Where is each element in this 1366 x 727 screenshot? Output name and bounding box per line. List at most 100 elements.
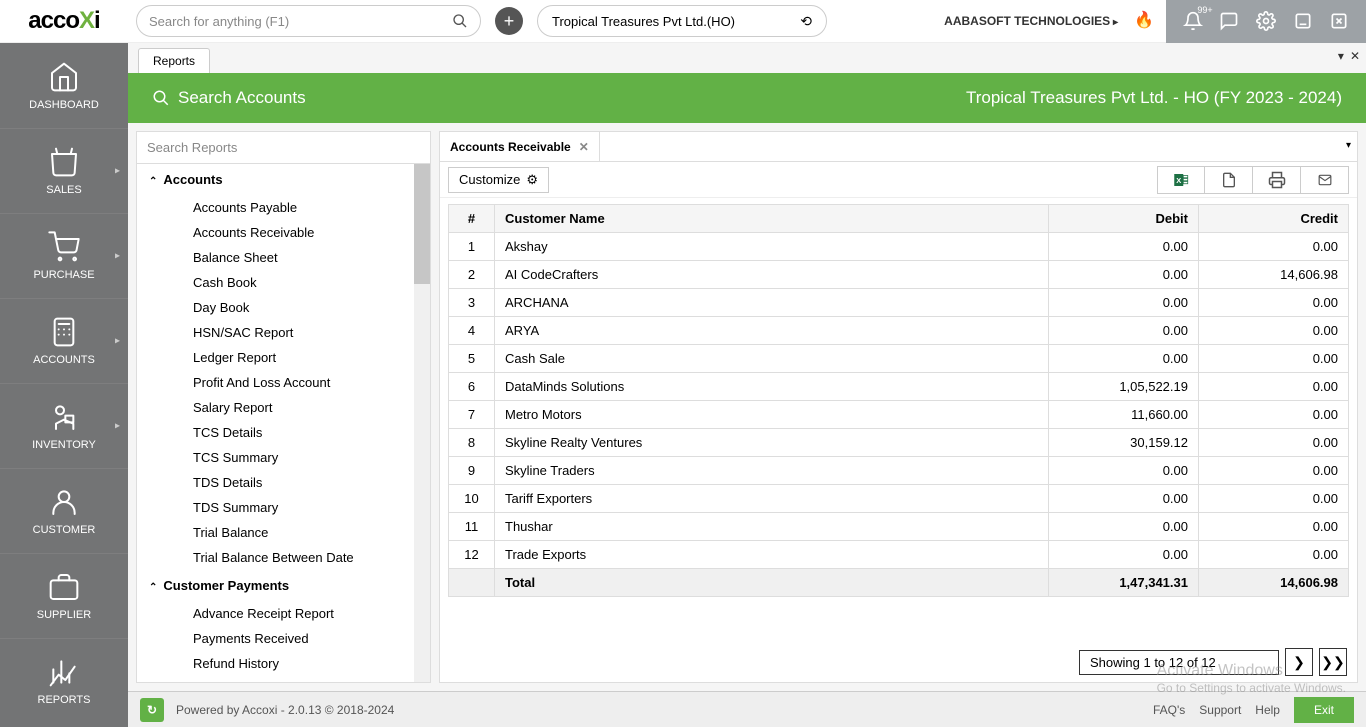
chevron-right-icon: ▸ [115, 251, 120, 262]
table-row[interactable]: 3ARCHANA0.000.00 [449, 289, 1349, 317]
search-icon [452, 13, 468, 29]
fire-icon[interactable]: 🔥 [1134, 10, 1156, 32]
svg-text:X: X [1176, 176, 1181, 185]
chevron-right-icon: ▸ [115, 166, 120, 177]
tree-item[interactable]: Balance Sheet [137, 245, 430, 270]
notification-badge: 99+ [1197, 5, 1212, 15]
nav-inventory[interactable]: INVENTORY▸ [0, 383, 128, 468]
tree-group[interactable]: ⌃Accounts [137, 164, 430, 195]
tree-item[interactable]: TDS Summary [137, 495, 430, 520]
search-placeholder: Search for anything (F1) [149, 14, 289, 29]
refresh-icon[interactable]: ⟲ [800, 13, 812, 30]
nav-purchase[interactable]: PURCHASE▸ [0, 213, 128, 298]
col-customer-name[interactable]: Customer Name [495, 205, 1049, 233]
table-row[interactable]: 11Thushar0.000.00 [449, 513, 1349, 541]
export-pdf-button[interactable] [1205, 166, 1253, 194]
table-row[interactable]: 9Skyline Traders0.000.00 [449, 457, 1349, 485]
col-debit[interactable]: Debit [1049, 205, 1199, 233]
nav-supplier[interactable]: SUPPLIER [0, 553, 128, 638]
tree-item[interactable]: Advance Receipt Report [137, 601, 430, 626]
tree-item[interactable]: Profit And Loss Account [137, 370, 430, 395]
minimize-icon[interactable] [1293, 11, 1313, 31]
global-search-input[interactable]: Search for anything (F1) [136, 5, 481, 37]
table-row[interactable]: 10Tariff Exporters0.000.00 [449, 485, 1349, 513]
tab-reports[interactable]: Reports [138, 48, 210, 73]
pager-last-button[interactable]: ❯❯ [1319, 648, 1347, 676]
table-row[interactable]: 6DataMinds Solutions1,05,522.190.00 [449, 373, 1349, 401]
search-reports-input[interactable]: Search Reports [137, 132, 430, 164]
bag-icon [48, 146, 80, 178]
tree-item[interactable]: Time to Get Paid [137, 676, 430, 682]
table-row[interactable]: 5Cash Sale0.000.00 [449, 345, 1349, 373]
search-accounts-label[interactable]: Search Accounts [178, 88, 306, 108]
tree-item[interactable]: TCS Details [137, 420, 430, 445]
chevron-right-icon: ▸ [115, 336, 120, 347]
tab-menu-icon[interactable]: ▾ [1346, 140, 1351, 151]
table-row[interactable]: 7Metro Motors11,660.000.00 [449, 401, 1349, 429]
exit-button[interactable]: Exit [1294, 697, 1354, 723]
company-menu[interactable]: AABASOFT TECHNOLOGIES [944, 14, 1118, 28]
footer-link[interactable]: FAQ's [1153, 703, 1185, 717]
print-button[interactable] [1253, 166, 1301, 194]
cart-icon [48, 231, 80, 263]
pager-info: Showing 1 to 12 of 12 [1079, 650, 1279, 675]
customize-button[interactable]: Customize ⚙ [448, 167, 549, 193]
tree-item[interactable]: Salary Report [137, 395, 430, 420]
add-button[interactable]: + [495, 7, 523, 35]
tree-item[interactable]: Cash Book [137, 270, 430, 295]
nav-dashboard[interactable]: DASHBOARD [0, 43, 128, 128]
nav-accounts[interactable]: ACCOUNTS▸ [0, 298, 128, 383]
bell-icon[interactable]: 99+ [1183, 11, 1203, 31]
caret-icon: ⌃ [149, 582, 157, 593]
table-total-row: Total1,47,341.3114,606.98 [449, 569, 1349, 597]
email-button[interactable] [1301, 166, 1349, 194]
table-row[interactable]: 8Skyline Realty Ventures30,159.120.00 [449, 429, 1349, 457]
footer-link[interactable]: Help [1255, 703, 1280, 717]
tree-item[interactable]: Accounts Payable [137, 195, 430, 220]
powered-by: Powered by Accoxi - 2.0.13 © 2018-2024 [176, 703, 394, 717]
footer-link[interactable]: Support [1199, 703, 1241, 717]
tab-accounts-receivable[interactable]: Accounts Receivable ✕ [440, 132, 600, 161]
org-selector[interactable]: Tropical Treasures Pvt Ltd.(HO) ⟲ [537, 5, 827, 37]
col-credit[interactable]: Credit [1199, 205, 1349, 233]
tree-item[interactable]: Day Book [137, 295, 430, 320]
table-row[interactable]: 4ARYA0.000.00 [449, 317, 1349, 345]
org-name: Tropical Treasures Pvt Ltd.(HO) [552, 14, 735, 29]
nav-customer[interactable]: CUSTOMER [0, 468, 128, 553]
gear-icon[interactable] [1256, 11, 1276, 31]
nav-sales[interactable]: SALES▸ [0, 128, 128, 213]
tree-item[interactable]: Ledger Report [137, 345, 430, 370]
chart-icon [48, 656, 80, 688]
gear-icon: ⚙ [526, 172, 538, 188]
user-icon [48, 486, 80, 518]
tab-dropdown-icon[interactable]: ▾ [1338, 49, 1344, 63]
boxes-icon [48, 401, 80, 433]
calc-icon [48, 316, 80, 348]
tree-item[interactable]: TCS Summary [137, 445, 430, 470]
tree-item[interactable]: Refund History [137, 651, 430, 676]
home-icon [48, 61, 80, 93]
chat-icon[interactable] [1219, 11, 1239, 31]
close-tab-icon[interactable]: ✕ [579, 140, 589, 154]
col-index[interactable]: # [449, 205, 495, 233]
table-row[interactable]: 1Akshay0.000.00 [449, 233, 1349, 261]
tree-item[interactable]: Trial Balance Between Date [137, 545, 430, 570]
tab-close-icon[interactable]: ✕ [1350, 49, 1360, 63]
close-icon[interactable] [1329, 11, 1349, 31]
tree-item[interactable]: HSN/SAC Report [137, 320, 430, 345]
brief-icon [48, 571, 80, 603]
tree-group[interactable]: ⌃Customer Payments [137, 570, 430, 601]
tree-item[interactable]: Trial Balance [137, 520, 430, 545]
tree-item[interactable]: Accounts Receivable [137, 220, 430, 245]
tree-item[interactable]: TDS Details [137, 470, 430, 495]
pager-next-button[interactable]: ❯ [1285, 648, 1313, 676]
tree-item[interactable]: Payments Received [137, 626, 430, 651]
receivable-table: # Customer Name Debit Credit 1Akshay0.00… [448, 204, 1349, 597]
table-row[interactable]: 2AI CodeCrafters0.0014,606.98 [449, 261, 1349, 289]
nav-reports[interactable]: REPORTS [0, 638, 128, 723]
fiscal-year-label: Tropical Treasures Pvt Ltd. - HO (FY 202… [966, 88, 1342, 108]
footer-logo: ↻ [140, 698, 164, 722]
export-excel-button[interactable]: X [1157, 166, 1205, 194]
table-row[interactable]: 12Trade Exports0.000.00 [449, 541, 1349, 569]
scrollbar-thumb[interactable] [414, 164, 430, 284]
